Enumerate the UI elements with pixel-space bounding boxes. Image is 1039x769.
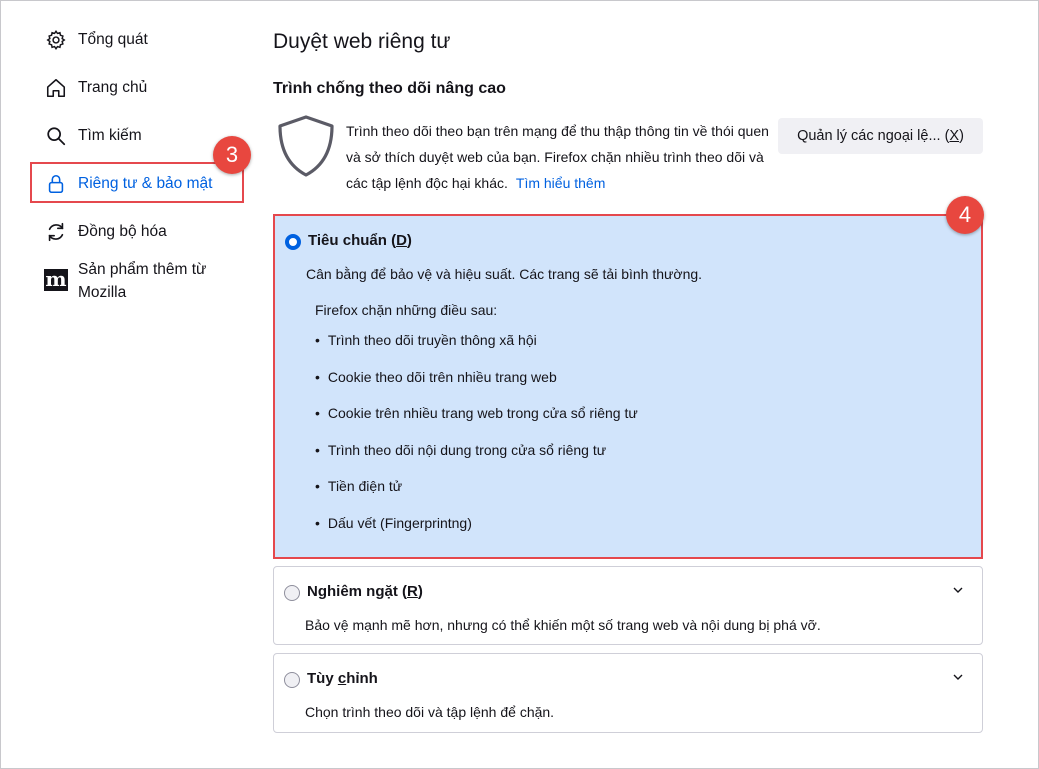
sidebar-item-label: Trang chủ (78, 79, 148, 96)
sidebar-highlight (30, 162, 244, 203)
sidebar-item-home[interactable]: Trang chủ (44, 68, 244, 108)
option-standard[interactable]: Tiêu chuẩn (D) Cân bằng để bảo vệ và hiệ… (273, 214, 983, 559)
option-subtitle: Bảo vệ mạnh mẽ hơn, nhưng có thể khiến m… (305, 617, 821, 633)
page-title: Duyệt web riêng tư (273, 30, 451, 53)
list-item: Dấu vết (Fingerprintng) (315, 513, 638, 550)
list-item: Cookie theo dõi trên nhiều trang web (315, 367, 638, 404)
shield-icon (278, 115, 334, 177)
sidebar-item-sync[interactable]: Đồng bộ hóa (44, 212, 244, 252)
blocked-list: Trình theo dõi truyền thông xã hội Cooki… (315, 330, 638, 549)
mozilla-icon: m (44, 267, 68, 291)
radio-custom[interactable] (284, 672, 300, 688)
list-item: Trình theo dõi nội dung trong cửa sổ riê… (315, 440, 638, 477)
tracking-description: Trình theo dõi theo bạn trên mạng để thu… (346, 123, 769, 191)
option-title: Nghiêm ngặt (R) (307, 583, 423, 600)
option-title: Tùy chỉnh (307, 670, 378, 687)
list-item: Cookie trên nhiều trang web trong cửa sổ… (315, 403, 638, 440)
sidebar-item-general[interactable]: Tổng quát (44, 20, 244, 60)
option-subtitle: Chọn trình theo dõi và tập lệnh để chặn. (305, 704, 555, 720)
option-strict[interactable]: Nghiêm ngặt (R) Bảo vệ mạnh mẽ hơn, nhưn… (273, 566, 983, 645)
chevron-down-icon[interactable] (952, 672, 964, 682)
sidebar-item-label: Tìm kiếm (78, 127, 142, 144)
step-badge-4: 4 (946, 196, 984, 234)
sidebar-item-mozilla[interactable]: m Sản phẩm thêm từ Mozilla (44, 258, 234, 308)
radio-strict[interactable] (284, 585, 300, 601)
list-item: Trình theo dõi truyền thông xã hội (315, 330, 638, 367)
option-title: Tiêu chuẩn (D) (308, 232, 412, 249)
search-icon (44, 124, 68, 148)
sync-icon (44, 220, 68, 244)
step-badge-3: 3 (213, 136, 251, 174)
blocks-title: Firefox chặn những điều sau: (315, 302, 498, 318)
learn-more-link[interactable]: Tìm hiểu thêm (516, 175, 605, 191)
option-subtitle: Cân bằng để bảo vệ và hiệu suất. Các tra… (306, 266, 703, 282)
sidebar-item-label: Đồng bộ hóa (78, 223, 167, 240)
radio-standard[interactable] (285, 234, 301, 250)
sidebar-item-label: Tổng quát (78, 31, 148, 48)
list-item: Tiền điện tử (315, 476, 638, 513)
gear-icon (44, 28, 68, 52)
sidebar-item-label: Sản phẩm thêm từ Mozilla (78, 261, 207, 301)
home-icon (44, 76, 68, 100)
chevron-down-icon[interactable] (952, 585, 964, 595)
manage-exceptions-button[interactable]: Quản lý các ngoại lệ... (X) (778, 118, 983, 154)
section-title: Trình chống theo dõi nâng cao (273, 80, 506, 97)
option-custom[interactable]: Tùy chỉnh Chọn trình theo dõi và tập lện… (273, 653, 983, 733)
